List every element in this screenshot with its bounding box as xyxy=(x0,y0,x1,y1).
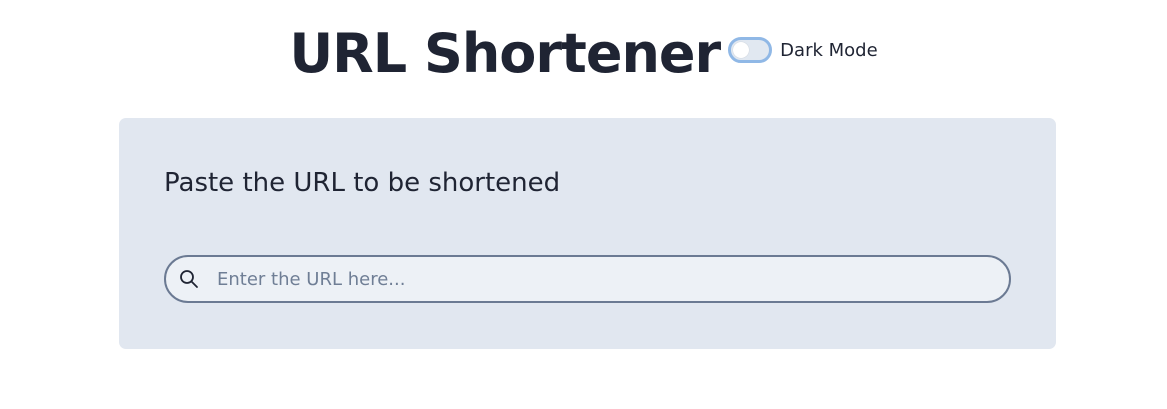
search-icon xyxy=(179,269,199,289)
page-header: URL Shortener Dark Mode xyxy=(0,18,1167,90)
url-search-box[interactable] xyxy=(164,255,1011,303)
url-input[interactable] xyxy=(215,267,999,291)
page-title: URL Shortener xyxy=(289,22,721,85)
toggle-knob xyxy=(733,42,750,58)
card-heading: Paste the URL to be shortened xyxy=(164,168,561,198)
url-card: Paste the URL to be shortened xyxy=(119,118,1056,349)
dark-mode-toggle-group: Dark Mode xyxy=(728,37,878,63)
dark-mode-label: Dark Mode xyxy=(780,39,878,61)
dark-mode-toggle[interactable] xyxy=(728,37,773,63)
